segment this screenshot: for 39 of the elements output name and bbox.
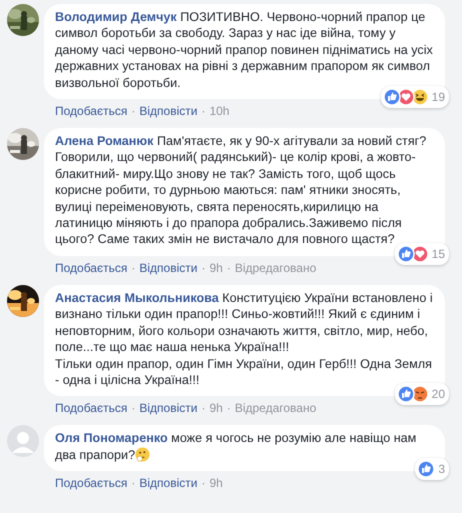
like-reaction-icon [396,385,415,404]
separator-dot: · [201,104,206,118]
timestamp: 10h [209,104,230,118]
reply-link[interactable]: Подобається [55,104,128,118]
separator-dot: · [226,260,231,275]
reaction-count: 20 [432,387,445,402]
author-link[interactable]: Володимир Демчук [55,10,177,24]
like-reaction-icon [417,460,436,478]
reply-link[interactable]: Відповісти [139,476,198,490]
author-link[interactable]: Анастасия Мыкольникова [55,290,219,305]
separator-dot: · [201,260,206,275]
reaction-count: 15 [432,246,445,261]
like-reaction-icon [396,244,415,263]
like-reaction-icon [382,88,401,106]
thinking-face-icon [135,446,150,462]
separator-dot: · [201,401,206,416]
separator-dot: · [131,260,136,275]
timestamp: 9h [209,476,223,490]
reply-link[interactable]: Подобається [55,401,128,416]
reaction-count: 19 [432,90,445,104]
separator-dot: · [226,401,231,416]
separator-dot: · [201,476,206,490]
separator-dot: · [131,401,136,416]
comment-text: Оля Пономаренко може я чогось не розумію але навіщо нам два прапори? [55,430,418,464]
separator-dot: · [131,104,136,118]
author-link[interactable]: Алена Романюк [55,134,154,148]
reply-link[interactable]: Подобається [55,476,128,490]
reply-link[interactable]: Подобається [55,260,128,275]
reply-link[interactable]: Відповісти [139,260,198,275]
author-link[interactable]: Оля Пономаренко [55,431,168,446]
separator-dot: · [131,476,136,490]
reply-link[interactable]: Відповісти [139,401,198,416]
edited-label: Відредаговано [234,401,316,416]
timestamp: 9h [209,401,223,416]
reaction-count: 3 [438,462,445,476]
reply-link[interactable]: Відповісти [139,104,198,118]
default-avatar-icon [7,425,39,458]
timestamp: 9h [209,260,223,275]
edited-label: Відредаговано [234,260,316,275]
